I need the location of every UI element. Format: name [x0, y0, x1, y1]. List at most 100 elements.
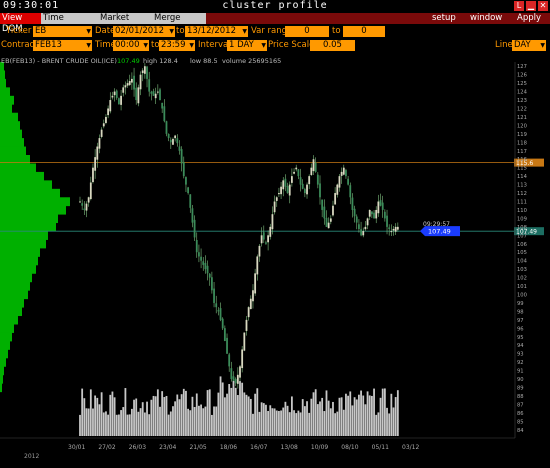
date-to-select[interactable]: 13/12/2012 ▼ [185, 26, 248, 37]
profile-bar [0, 307, 22, 317]
volume-bar [232, 380, 235, 436]
candle-body [156, 91, 159, 93]
var-to-input[interactable]: 0 [343, 26, 385, 37]
volume-bar [295, 413, 298, 436]
profile-bar [0, 290, 28, 300]
profile-bar [0, 180, 52, 190]
tab-view-dom[interactable]: View DOM [0, 13, 43, 34]
candle-body [228, 354, 231, 367]
y-tick-label: 121 [517, 115, 527, 121]
y-tick-label: 109 [517, 216, 527, 222]
candle-body [280, 186, 282, 195]
volume-bar [191, 396, 194, 436]
volume-bar [375, 414, 378, 436]
volume-bar [172, 406, 174, 436]
profile-bar [0, 298, 24, 308]
close-icon[interactable]: ✕ [538, 1, 548, 11]
volume-bar [243, 392, 246, 436]
volume-bar [239, 381, 241, 436]
volume-bar [284, 401, 287, 436]
volume-bar [167, 414, 170, 436]
candle-body [260, 235, 263, 244]
profile-bar [0, 383, 2, 393]
y-tick-label: 93 [517, 352, 524, 358]
volume-bar [364, 404, 367, 436]
volume-bar [226, 393, 228, 436]
volume-bar [213, 406, 215, 436]
candle-body [115, 90, 118, 98]
ticker-select[interactable]: EB ▼ [33, 26, 92, 37]
volume-bar [174, 401, 177, 436]
time-from-select[interactable]: 00:00 ▼ [113, 40, 149, 51]
volume-bar [381, 388, 384, 436]
tab-merge-contr[interactable]: Merge Contr [152, 13, 206, 34]
tab-time-interval[interactable]: Time Interval [41, 13, 100, 34]
volume-bar [314, 389, 317, 436]
candle-body [226, 337, 228, 354]
volume-bar [258, 411, 261, 436]
volume-bar [390, 393, 393, 436]
volume-bar [185, 390, 187, 436]
candle-body [130, 78, 133, 83]
profile-bar [0, 222, 56, 232]
price-marker: 107.49 [428, 228, 451, 236]
interval-select[interactable]: 1 DAY ▼ [227, 40, 267, 51]
date-from-select[interactable]: 02/01/2012 ▼ [113, 26, 175, 37]
time-to-select[interactable]: 23:59 ▼ [159, 40, 195, 51]
x-tick-label: 10/09 [311, 444, 328, 451]
candle-body [345, 170, 347, 177]
var-to-label: to [332, 26, 341, 36]
chevron-down-icon: ▼ [143, 42, 148, 49]
chevron-down-icon: ▼ [169, 28, 174, 35]
y-tick-label: 113 [517, 183, 527, 189]
candle-body [89, 182, 92, 200]
volume-bar [370, 395, 373, 436]
tab-market-watch[interactable]: Market Watch [98, 13, 154, 34]
profile-bar [0, 264, 36, 274]
chart-low: low 88.5 [190, 57, 218, 65]
apply-button[interactable]: Apply [517, 13, 541, 24]
volume-bar [219, 376, 222, 436]
candle-body [148, 79, 151, 92]
volume-bar [126, 414, 129, 436]
y-tick-label: 84 [517, 428, 524, 434]
y-tick-label: 103 [517, 267, 527, 273]
volume-bar [323, 411, 326, 436]
volume-bar [217, 392, 220, 436]
candle-body [159, 89, 161, 101]
candle-body [286, 185, 289, 194]
y-tick-label: 106 [517, 242, 527, 248]
line-select[interactable]: DAY ▼ [512, 40, 546, 51]
link-icon[interactable]: L [514, 1, 524, 11]
candle-body [109, 100, 112, 112]
candle-body [128, 81, 131, 85]
volume-bar [278, 410, 280, 436]
window-menu[interactable]: window [470, 13, 502, 24]
volume-bar [223, 397, 226, 436]
y-tick-label: 122 [517, 107, 527, 113]
volume-bar [394, 397, 397, 436]
chevron-down-icon: ▼ [86, 28, 91, 35]
price-chart[interactable]: 115.6107.49 1271261251241231221211201191… [0, 54, 550, 468]
volume-bar [396, 390, 399, 436]
profile-bar [0, 95, 14, 105]
volume-bar [286, 405, 289, 436]
y-tick-label: 85 [517, 419, 524, 425]
setup-menu[interactable]: setup [432, 13, 456, 24]
candle-body [206, 265, 209, 274]
volume-bar [303, 406, 306, 436]
volume-bar [146, 401, 148, 436]
volume-bar [347, 395, 350, 436]
price-scale-input[interactable]: 0.05 [310, 40, 355, 51]
volume-bar [105, 411, 107, 436]
profile-bar [0, 374, 3, 384]
candle-body [200, 256, 202, 261]
y-tick-label: 94 [517, 343, 524, 349]
minimize-icon[interactable]: ▁ [526, 1, 536, 11]
volume-bar [124, 388, 127, 436]
candle-body [169, 139, 172, 143]
volume-bar [206, 390, 209, 436]
var-from-input[interactable]: 0 [285, 26, 329, 37]
contract-select[interactable]: FEB13 ▼ [33, 40, 92, 51]
profile-bar [0, 188, 60, 198]
